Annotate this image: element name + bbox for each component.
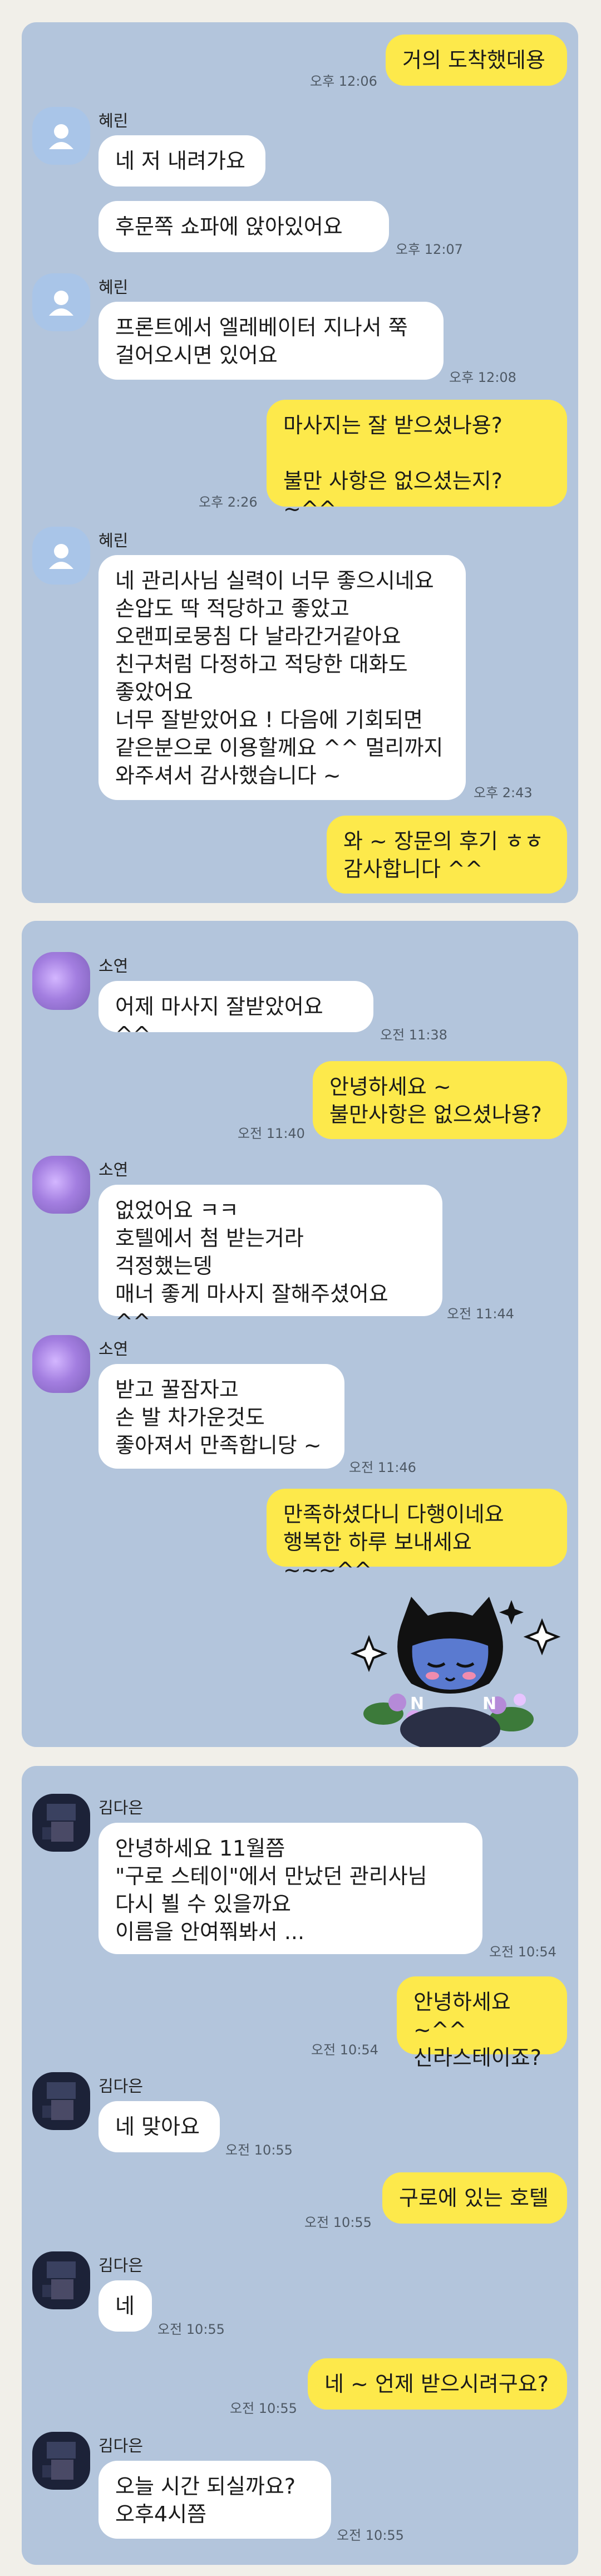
avatar-kimdaeun[interactable] xyxy=(32,2072,90,2130)
chat-bubble-outgoing: 구로에 있는 호텔 xyxy=(382,2172,567,2224)
message-timestamp: 오후 2:26 xyxy=(199,494,258,510)
sender-name: 혜린 xyxy=(98,278,129,297)
chat-bubble-incoming: 안녕하세요 11월쯤 "구로 스테이"에서 만났던 관리사님 다시 뵐 수 있을… xyxy=(98,1823,482,1954)
chat-bubble-outgoing: 안녕하세요 ~^^ 신라스테이죠? xyxy=(397,1976,567,2070)
message-timestamp: 오전 10:54 xyxy=(489,1944,556,1960)
message-timestamp: 오전 10:55 xyxy=(157,2322,225,2337)
sender-name: 혜린 xyxy=(98,531,129,550)
avatar-blur xyxy=(51,2279,73,2299)
chat-bubble-incoming: 네 저 내려가요 xyxy=(98,135,265,187)
message-timestamp: 오후 12:07 xyxy=(396,242,463,257)
message-timestamp: 오후 12:08 xyxy=(449,370,516,385)
chat-panel-hyerin: 거의 도착했데용 오후 12:06 혜린 네 저 내려가요 후문쪽 쇼파에 앉아… xyxy=(22,22,578,903)
chat-bubble-outgoing: 안녕하세요 ~ 불만사항은 없으셨나용? xyxy=(313,1061,567,1139)
message-timestamp: 오전 11:38 xyxy=(380,1027,447,1043)
chat-bubble-incoming: 후문쪽 쇼파에 앉아있어요 xyxy=(98,201,389,252)
message-timestamp: 오전 10:55 xyxy=(337,2528,404,2543)
avatar-blur xyxy=(47,2261,76,2278)
avatar-hyerin[interactable] xyxy=(32,527,90,585)
avatar-blur xyxy=(42,2465,51,2477)
message-timestamp: 오전 10:54 xyxy=(311,2042,378,2058)
sender-name: 김다은 xyxy=(98,2077,144,2096)
message-timestamp: 오전 10:55 xyxy=(304,2215,372,2230)
chat-bubble-outgoing: 만족하셨다니 다행이네요 행복한 하루 보내세요 ~~~^^ xyxy=(267,1489,567,1582)
chat-bubble-incoming: 네 xyxy=(98,2280,152,2332)
message-timestamp: 오전 11:44 xyxy=(447,1306,514,1322)
message-timestamp: 오후 2:43 xyxy=(474,785,533,801)
chat-bubble-outgoing: 와 ~ 장문의 후기 ㅎㅎ 감사합니다 ^^ xyxy=(327,816,567,894)
svg-text:N: N xyxy=(410,1694,424,1714)
message-timestamp: 오전 11:46 xyxy=(349,1460,416,1475)
avatar-blur xyxy=(42,1827,51,1839)
chat-panel-kimdaeun: 김다은 안녕하세요 11월쯤 "구로 스테이"에서 만났던 관리사님 다시 뵐 … xyxy=(22,1766,578,2565)
svg-text:N: N xyxy=(482,1694,496,1714)
avatar-hyerin[interactable] xyxy=(32,107,90,165)
sender-name: 김다은 xyxy=(98,2436,144,2455)
message-timestamp: 오전 10:55 xyxy=(230,2401,297,2416)
avatar-blur xyxy=(51,2100,73,2120)
sender-name: 소연 xyxy=(98,1339,129,1358)
sender-name: 김다은 xyxy=(98,2256,144,2275)
avatar-soyeon[interactable] xyxy=(32,952,90,1010)
avatar-blur xyxy=(47,1804,76,1821)
cat-character-sticker: N N xyxy=(350,1597,561,1747)
sender-name: 소연 xyxy=(98,956,129,975)
sender-name: 김다은 xyxy=(98,1798,144,1817)
chat-bubble-outgoing: 마사지는 잘 받으셨나용? 불만 사항은 없으셨는지? ~^^ xyxy=(267,400,567,521)
chat-bubble-incoming: 어제 마사지 잘받았어요 ^^ xyxy=(98,981,373,1047)
avatar-blur xyxy=(51,2460,73,2480)
avatar-blur xyxy=(51,1822,73,1842)
chat-bubble-incoming: 받고 꿀잠자고 손 발 차가운것도 좋아져서 만족합니당 ~ xyxy=(98,1364,344,1469)
message-timestamp: 오후 12:06 xyxy=(310,73,377,89)
person-silhouette-icon xyxy=(49,291,73,316)
avatar-blur xyxy=(47,2082,76,2099)
chat-bubble-outgoing: 네 ~ 언제 받으시려구요? xyxy=(308,2358,567,2410)
chat-bubble-outgoing: 거의 도착했데용 xyxy=(386,35,567,86)
chat-bubble-incoming: 오늘 시간 되실까요? 오후4시쯤 xyxy=(98,2461,331,2539)
chat-panel-soyeon: 소연 어제 마사지 잘받았어요 ^^ 오전 11:38 안녕하세요 ~ 불만사항… xyxy=(22,921,578,1747)
chat-bubble-incoming: 없었어요 ㅋㅋ 호텔에서 첨 받는거라 걱정했는뎅 매너 좋게 마사지 잘해주셨… xyxy=(98,1185,442,1334)
avatar-kimdaeun[interactable] xyxy=(32,2251,90,2309)
person-silhouette-icon xyxy=(49,544,73,569)
message-timestamp: 오전 11:40 xyxy=(238,1126,305,1141)
avatar-blur xyxy=(42,2106,51,2118)
sender-name: 혜린 xyxy=(98,111,129,130)
avatar-soyeon[interactable] xyxy=(32,1156,90,1214)
chat-bubble-incoming: 네 맞아요 xyxy=(98,2101,220,2152)
sender-name: 소연 xyxy=(98,1160,129,1179)
avatar-kimdaeun[interactable] xyxy=(32,2432,90,2490)
chat-bubble-incoming: 프론트에서 엘레베이터 지나서 쭉 걸어오시면 있어요 xyxy=(98,302,444,380)
avatar-kimdaeun[interactable] xyxy=(32,1794,90,1852)
chat-bubble-incoming: 네 관리사님 실력이 너무 좋으시네요 손압도 딱 적당하고 좋았고 오랜피로뭉… xyxy=(98,555,466,800)
avatar-soyeon[interactable] xyxy=(32,1335,90,1393)
message-timestamp: 오전 10:55 xyxy=(225,2142,293,2158)
avatar-blur xyxy=(42,2285,51,2297)
person-silhouette-icon xyxy=(49,124,73,149)
avatar-hyerin[interactable] xyxy=(32,273,90,331)
avatar-blur xyxy=(47,2442,76,2459)
